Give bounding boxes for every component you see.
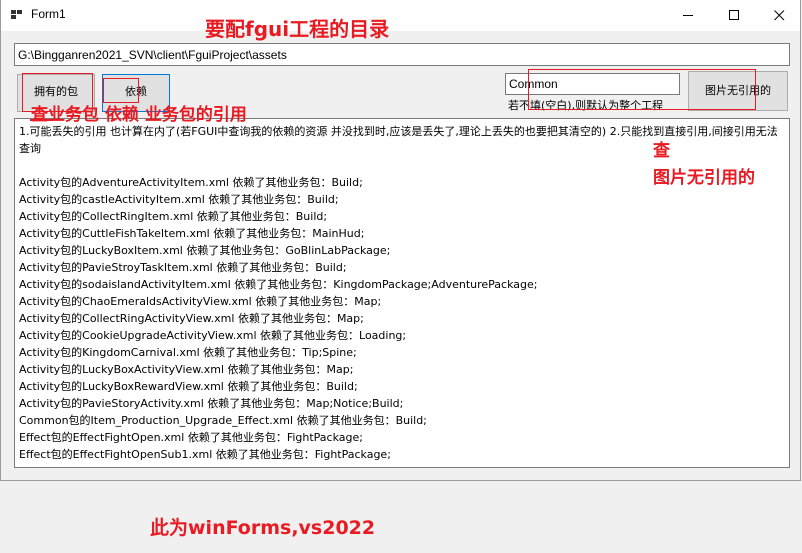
output-line: Common包的Item_Production_Upgrade_Effect.x… — [19, 414, 427, 427]
project-path-input[interactable]: G:\Bingganren2021_SVN\client\FguiProject… — [14, 43, 790, 66]
output-line: Effect包的EffectFightOpen.xml 依赖了其他业务包：Fig… — [19, 431, 363, 444]
minimize-icon — [683, 15, 693, 16]
result-list: Activity包的AdventureActivityItem.xml 依赖了其… — [19, 174, 787, 463]
output-intro: 1.可能丢失的引用 也计算在内了(若FGUI中查询我的依赖的资源 并没找到时,应… — [19, 125, 778, 155]
output-line: Effect包的EffectFightOpenSub1.xml 依赖了其他业务包… — [19, 448, 391, 461]
annotation-underline — [30, 119, 53, 121]
close-button[interactable] — [756, 0, 802, 31]
output-line: Activity包的CuttleFishTakeItem.xml 依赖了其他业务… — [19, 227, 365, 240]
output-line: Activity包的PavieStroyTaskItem.xml 依赖了其他业务… — [19, 261, 347, 274]
window-title: Form1 — [31, 7, 66, 21]
output-line: Activity包的ChaoEmeraldsActivityView.xml 依… — [19, 295, 382, 308]
title-bar[interactable]: Form1 — [1, 0, 800, 31]
maximize-icon — [729, 10, 739, 20]
output-line: Activity包的castleActivityItem.xml 依赖了其他业务… — [19, 193, 339, 206]
output-line: Activity包的CollectRingItem.xml 依赖了其他业务包：B… — [19, 210, 328, 223]
annotation-function: 查业务包 依赖 业务包的引用 — [31, 105, 247, 125]
output-line: Activity包的LuckyBoxRewardView.xml 依赖了其他业务… — [19, 380, 358, 393]
output-line: Activity包的CollectRingActivityView.xml 依赖… — [19, 312, 364, 325]
output-line: Activity包的KingdomCarnival.xml 依赖了其他业务包：T… — [19, 346, 357, 359]
close-icon — [774, 10, 785, 21]
annotation-box-common — [528, 69, 756, 110]
screenshot: { "window": { "title": "Form1", "control… — [0, 0, 802, 553]
app-icon — [11, 10, 23, 20]
annotation-footer: 此为winForms,vs2022 — [150, 517, 376, 539]
output-line: Activity包的PavieStoryActivity.xml 依赖了其他业务… — [19, 397, 404, 410]
maximize-button[interactable] — [711, 0, 757, 31]
output-line: Activity包的CookieUpgradeActivityView.xml … — [19, 329, 407, 342]
annotation-find: 查 — [653, 141, 670, 161]
output-line: Activity包的LuckyBoxActivityView.xml 依赖了其他… — [19, 363, 354, 376]
annotation-directory: 要配fgui工程的目录 — [205, 17, 390, 41]
output-line: Activity包的LuckyBoxItem.xml 依赖了其他业务包：GoBl… — [19, 244, 391, 257]
output-line: Activity包的sodaislandActivityItem.xml 依赖了… — [19, 278, 538, 291]
annotation-unused: 图片无引用的 — [653, 168, 755, 188]
minimize-button[interactable] — [665, 0, 711, 31]
